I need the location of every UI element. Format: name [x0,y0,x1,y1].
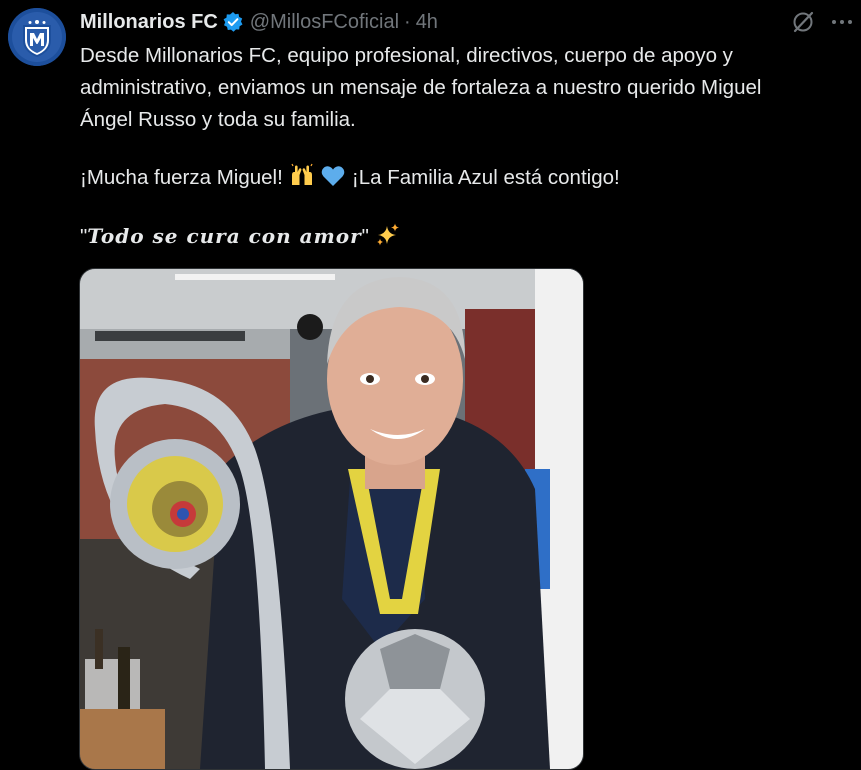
tweet-header: Millonarios FC @MillosFCoficial · 4h [80,9,438,35]
photo-coach-with-trophy-icon [80,269,583,769]
tweet-photo[interactable] [79,268,584,770]
tweet-text: Desde Millonarios FC, equipo profesional… [80,40,855,253]
raising-hands-emoji-icon [290,163,313,185]
author-avatar[interactable] [8,8,66,66]
grok-icon[interactable] [790,9,816,35]
quote-close-mark: " [361,225,369,248]
tweet-text-line: administrativo, enviamos un mensaje de f… [80,76,762,99]
tweet-text-line: "Todo se cura con amor" [80,220,855,253]
tweet-text-line: ¡Mucha fuerza Miguel! ¡La Familia Azul e… [80,162,855,194]
tweet-text-segment: ¡La Familia Azul está contigo! [351,166,620,189]
blue-heart-emoji-icon [321,166,345,186]
tweet-text-line: Ángel Russo y toda su familia. [80,108,356,131]
more-options-icon[interactable] [829,9,855,35]
tweet-text-line: Desde Millonarios FC, equipo profesional… [80,44,733,67]
author-handle[interactable]: @MillosFCoficial [250,11,399,34]
tweet: Millonarios FC @MillosFCoficial · 4h Des… [0,0,861,770]
millonarios-crest-icon [8,8,66,66]
quote-text: Todo se cura con amor [87,224,362,248]
tweet-timestamp[interactable]: 4h [416,11,438,34]
author-display-name[interactable]: Millonarios FC [80,11,218,34]
verified-badge-icon [223,12,243,32]
header-separator: · [404,10,411,33]
tweet-text-segment: ¡Mucha fuerza Miguel! [80,166,283,189]
sparkles-emoji-icon [376,223,399,246]
